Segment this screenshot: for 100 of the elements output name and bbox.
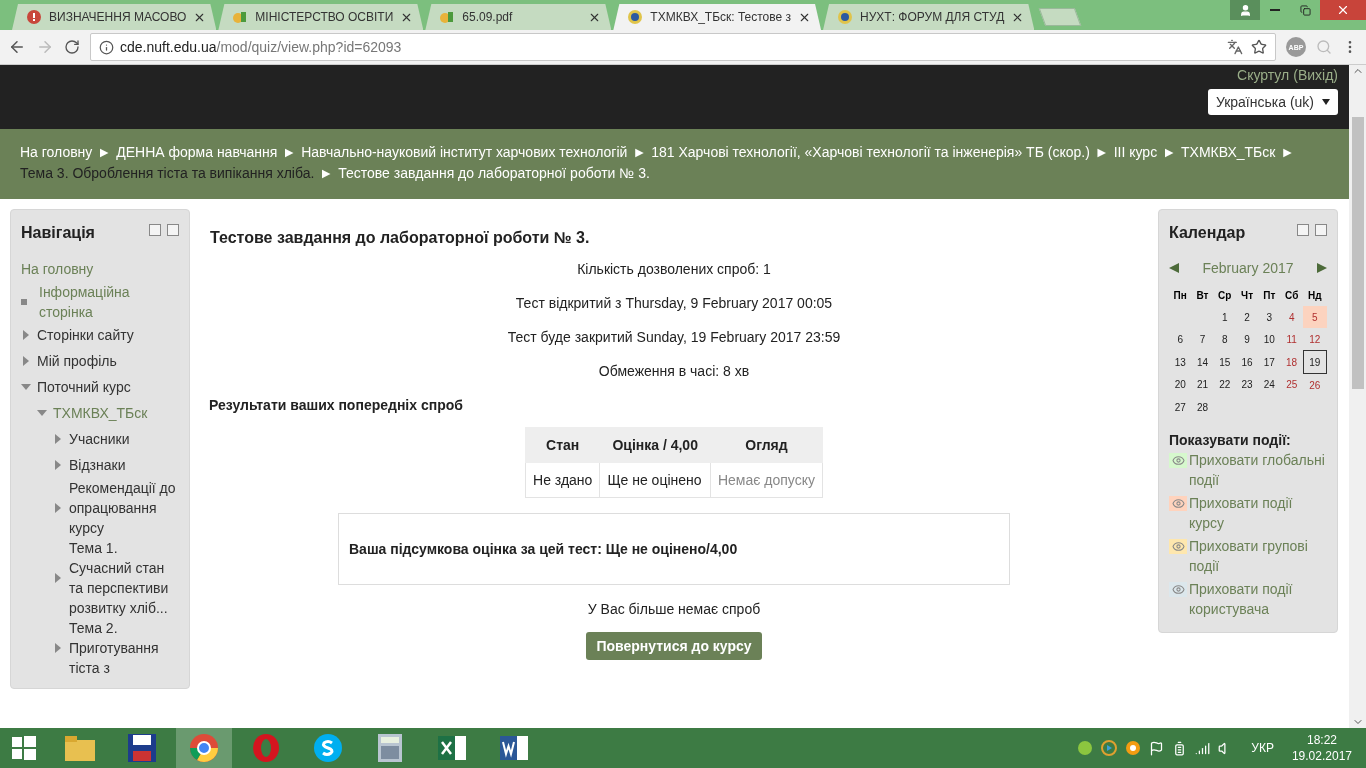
ring-icon[interactable]: [1125, 740, 1142, 756]
calendar-day[interactable]: 8: [1213, 328, 1236, 351]
restore-icon: [1299, 4, 1311, 16]
scrollbar[interactable]: [1349, 65, 1366, 728]
breadcrumb-link[interactable]: ІІІ курс: [1113, 142, 1158, 163]
user-link[interactable]: Скуртул: [1237, 67, 1290, 83]
calendar-day[interactable]: 20: [1169, 373, 1192, 396]
forward-icon[interactable]: [36, 38, 54, 56]
calendar-day[interactable]: 13: [1169, 350, 1192, 374]
nav-item[interactable]: Тема 2. Приготування тіста з: [69, 618, 179, 678]
weekday-header: Вт: [1195, 288, 1210, 303]
info-icon[interactable]: [99, 39, 114, 55]
breadcrumb-link[interactable]: Тестове завдання до лабораторної роботи № 3.: [338, 163, 650, 184]
breadcrumb-link[interactable]: Навчально-науковий інститут харчових технологій: [301, 142, 628, 163]
dock-block-button[interactable]: [167, 224, 179, 236]
nav-item[interactable]: Сторінки сайту: [37, 325, 134, 345]
minimize-icon: [1270, 9, 1280, 11]
translate-icon[interactable]: [1227, 39, 1243, 55]
collapsed-arrow-icon[interactable]: [53, 460, 63, 470]
breadcrumb-link[interactable]: ТХМКВХ_ТБск: [1181, 142, 1276, 163]
calendar-day[interactable]: 4: [1280, 306, 1304, 328]
nav-item[interactable]: Мій профіль: [37, 351, 117, 371]
language-indicator[interactable]: УКР: [1251, 741, 1274, 755]
reload-icon[interactable]: [64, 39, 80, 55]
close-icon: [1336, 3, 1350, 17]
calendar-day[interactable]: 24: [1258, 373, 1281, 396]
weekday-header: Нд: [1303, 284, 1327, 306]
calendar-day[interactable]: 10: [1258, 328, 1281, 351]
eye-icon[interactable]: [1169, 496, 1187, 511]
nav-item[interactable]: Поточний курс: [37, 377, 131, 397]
calendar-day[interactable]: 28: [1191, 396, 1214, 418]
calendar-day[interactable]: 23: [1236, 373, 1259, 396]
signal-icon[interactable]: [1195, 740, 1211, 756]
breadcrumb-link[interactable]: ДЕННА форма навчання: [116, 142, 278, 163]
calendar-day[interactable]: 5: [1303, 306, 1327, 328]
address-bar[interactable]: cde.nuft.edu.ua/mod/quiz/view.php?id=62093: [90, 33, 1276, 61]
calendar-day[interactable]: 2: [1236, 306, 1259, 328]
minimize-block-button[interactable]: [1297, 224, 1309, 236]
previous-month-icon[interactable]: [1169, 263, 1179, 273]
calendar-day[interactable]: 25: [1280, 373, 1304, 396]
calendar-day[interactable]: 14: [1191, 350, 1214, 374]
calendar-day[interactable]: 26: [1303, 373, 1327, 396]
calendar-day[interactable]: 6: [1169, 328, 1192, 351]
calendar-day[interactable]: 18: [1280, 350, 1304, 374]
breadcrumb-link[interactable]: На головну: [20, 142, 93, 163]
paren-text: (: [1293, 67, 1298, 83]
calendar-day[interactable]: 21: [1191, 373, 1214, 396]
dock-block-button[interactable]: [1315, 224, 1327, 236]
calendar-day[interactable]: 12: [1303, 328, 1327, 351]
back-to-course-button[interactable]: Повернутися до курсу: [586, 632, 762, 660]
eye-icon[interactable]: [1169, 539, 1187, 554]
minimize-block-button[interactable]: [149, 224, 161, 236]
collapsed-arrow-icon[interactable]: [53, 434, 63, 444]
collapsed-arrow-icon[interactable]: [53, 573, 63, 583]
calculator-icon: [377, 733, 403, 763]
weekday-header: Пт: [1262, 288, 1277, 303]
eye-icon[interactable]: [1169, 453, 1187, 468]
browser-tab[interactable]: МІНІСТЕРСТВО ОСВІТИ: [218, 4, 424, 30]
search-icon[interactable]: [1316, 39, 1332, 55]
clock[interactable]: 18:22 19.02.2017: [1291, 732, 1352, 764]
calendar-day[interactable]: 1: [1213, 306, 1236, 328]
collapsed-arrow-icon[interactable]: [21, 330, 31, 340]
close-button[interactable]: [1320, 0, 1366, 20]
collapsed-arrow-icon[interactable]: [53, 643, 63, 653]
play-icon[interactable]: [1101, 740, 1118, 756]
calendar-day[interactable]: 11: [1280, 328, 1304, 351]
calendar-day[interactable]: 9: [1236, 328, 1259, 351]
back-icon[interactable]: [8, 38, 26, 56]
calendar-day[interactable]: 22: [1213, 373, 1236, 396]
browser-tab[interactable]: ВИЗНАЧЕННЯ МАСОВО: [12, 4, 217, 30]
expanded-arrow-icon[interactable]: [37, 408, 47, 418]
expanded-arrow-icon[interactable]: [21, 382, 31, 392]
browser-tab[interactable]: ТХМКВХ_ТБск: Тестове з: [613, 4, 822, 30]
logout-link[interactable]: Вихід: [1297, 67, 1334, 83]
calendar-day[interactable]: 15: [1213, 350, 1236, 374]
browser-tab[interactable]: 65.09.pdf: [425, 4, 612, 30]
calendar-day[interactable]: 3: [1258, 306, 1281, 328]
separator-arrow: ►: [282, 143, 297, 162]
weekday-header: Чт: [1240, 288, 1255, 303]
nav-item[interactable]: Учасники: [69, 429, 130, 449]
language-select[interactable]: Українська (uk): [1207, 89, 1338, 115]
browser-tab[interactable]: НУХТ: ФОРУМ ДЛЯ СТУД: [823, 4, 1035, 30]
eye-icon[interactable]: [1169, 582, 1187, 597]
collapsed-arrow-icon[interactable]: [21, 356, 31, 366]
collapsed-arrow-icon[interactable]: [53, 503, 63, 513]
next-month-icon[interactable]: [1317, 263, 1327, 273]
calendar-day[interactable]: 27: [1169, 396, 1192, 418]
breadcrumb-link[interactable]: 181 Харчові технології, «Харчові технології та інженерія» ТБ (скор.): [651, 142, 1090, 163]
column-header: Огляд: [710, 427, 823, 463]
calendar-day[interactable]: 16: [1236, 350, 1259, 374]
calendar-day[interactable]: 7: [1191, 328, 1214, 351]
calendar-day[interactable]: 17: [1258, 350, 1281, 374]
nav-item[interactable]: Відзнаки: [69, 455, 126, 475]
calendar-day[interactable]: 19: [1303, 350, 1327, 374]
star-icon[interactable]: [1251, 39, 1267, 55]
flag-icon[interactable]: [1149, 740, 1165, 756]
profile-button[interactable]: [1230, 0, 1260, 20]
nav-item[interactable]: Рекомендації до опрацювання курсу: [69, 478, 179, 538]
nav-item[interactable]: Тема 1. Сучасний стан та перспективи розвитку хліб...: [69, 538, 179, 618]
breadcrumb-link[interactable]: Тема 3. Оброблення тіста та випікання хліба.: [20, 163, 315, 184]
